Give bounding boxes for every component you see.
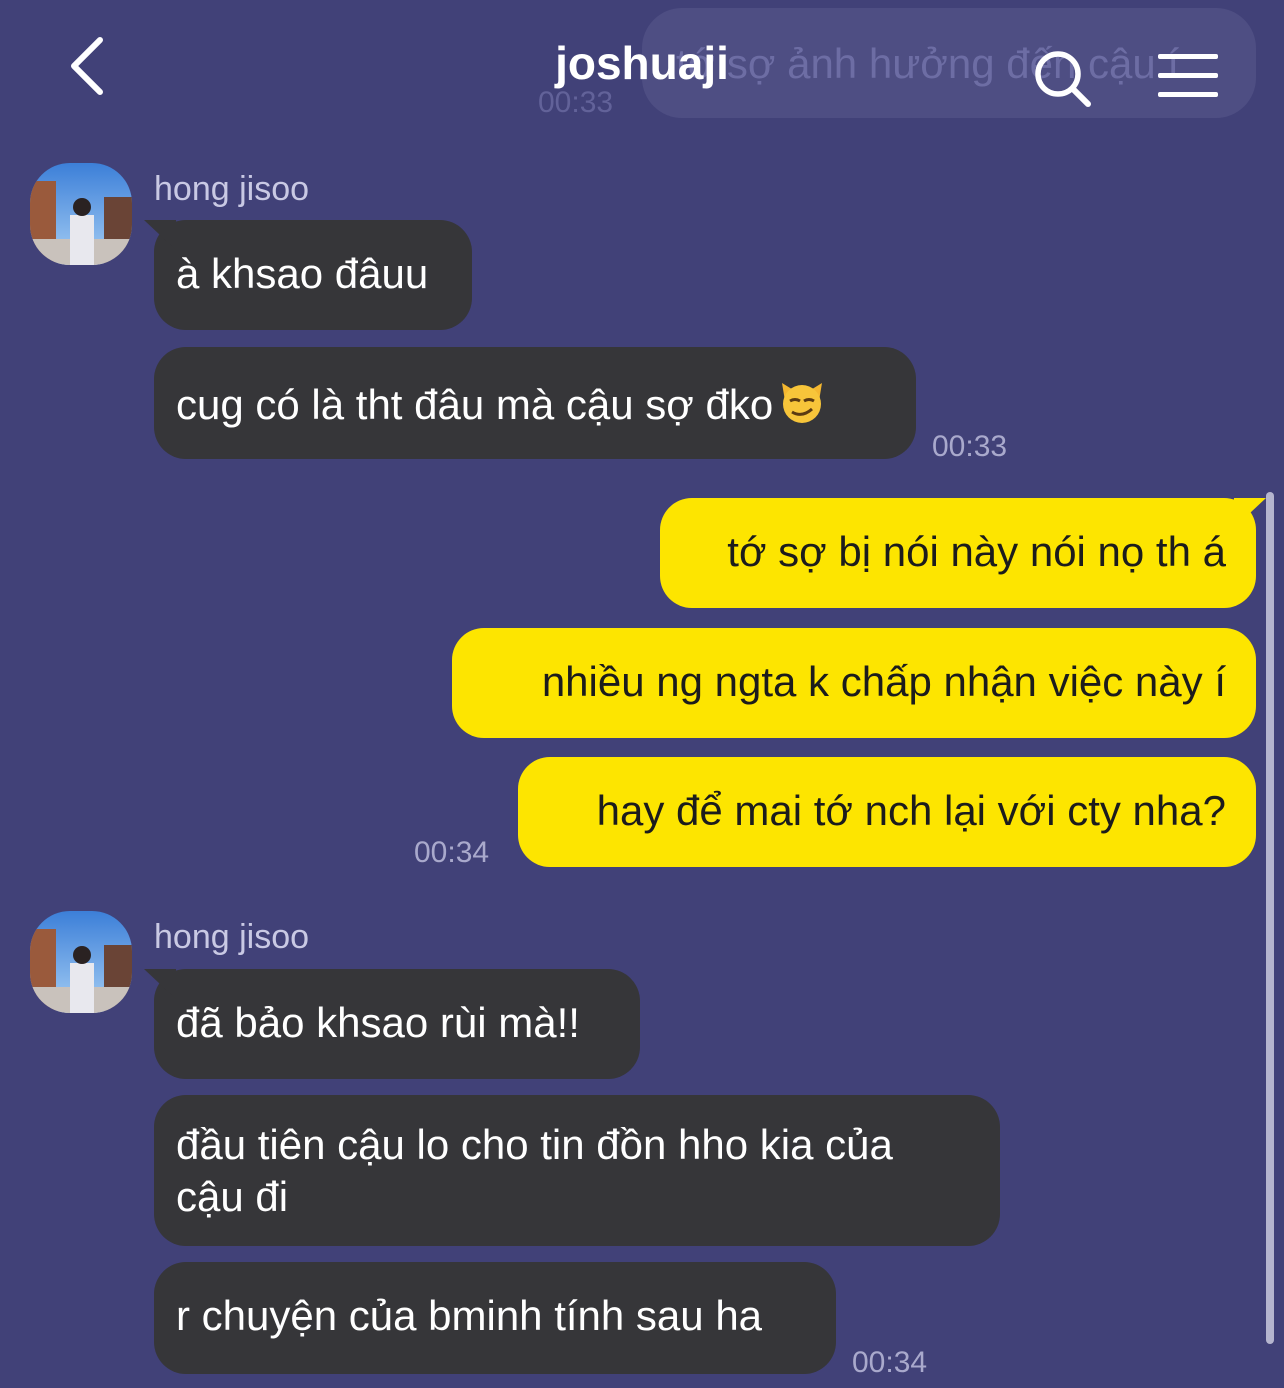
sender-name: hong jisoo xyxy=(154,170,310,208)
message-text: cug có là tht đâu mà cậu sợ đko xyxy=(176,381,774,428)
scrollbar[interactable] xyxy=(1266,492,1274,1344)
message-bubble[interactable]: à khsao đâuu xyxy=(154,220,472,330)
message-bubble[interactable]: tớ sợ bị nói này nói nọ th á xyxy=(660,498,1256,608)
sender-name: hong jisoo xyxy=(154,918,310,956)
avatar[interactable] xyxy=(30,911,132,1013)
smirking-cat-emoji xyxy=(777,375,827,437)
hamburger-menu-icon xyxy=(1158,54,1218,97)
message-line: đầu tiên cậu lo cho tin đồn hho kia của xyxy=(176,1121,893,1168)
message-time: 00:33 xyxy=(932,430,1008,463)
search-icon xyxy=(1035,51,1091,107)
message-time: 00:34 xyxy=(414,836,490,869)
search-button[interactable] xyxy=(1030,46,1096,112)
message-bubble[interactable]: nhiều ng ngta k chấp nhận việc này í xyxy=(452,628,1256,738)
message-time: 00:34 xyxy=(852,1346,928,1379)
avatar-photo xyxy=(30,163,132,265)
menu-button[interactable] xyxy=(1156,52,1220,100)
message-bubble[interactable]: cug có là tht đâu mà cậu sợ đko xyxy=(154,347,916,459)
scrolled-message-time: 00:33 xyxy=(538,86,614,119)
avatar-photo xyxy=(30,911,132,1013)
message-bubble[interactable]: r chuyện của bminh tính sau ha xyxy=(154,1262,836,1374)
message-bubble[interactable]: hay để mai tớ nch lại với cty nha? xyxy=(518,757,1256,867)
message-line: cậu đi xyxy=(176,1173,289,1220)
message-bubble[interactable]: đầu tiên cậu lo cho tin đồn hho kia của … xyxy=(154,1095,1000,1246)
message-bubble[interactable]: đã bảo khsao rùi mà!! xyxy=(154,969,640,1079)
avatar[interactable] xyxy=(30,163,132,265)
